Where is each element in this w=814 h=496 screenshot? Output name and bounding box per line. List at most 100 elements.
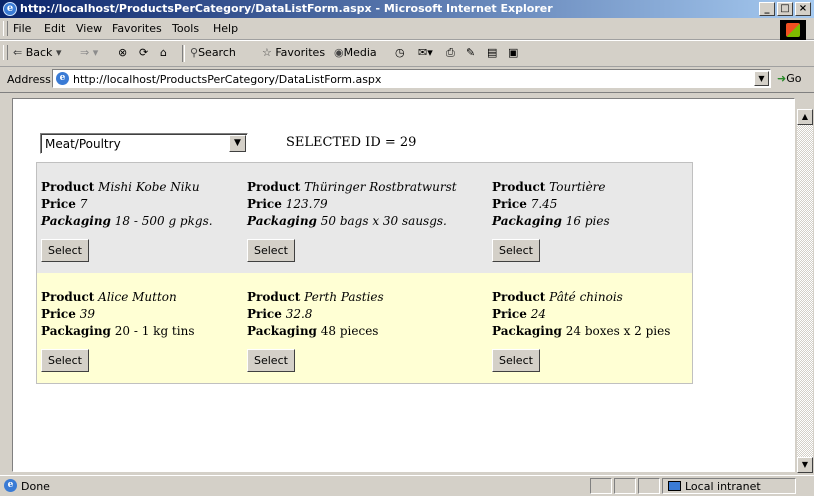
go-button[interactable]: ➜Go <box>777 72 801 85</box>
favorites-button[interactable]: ☆ Favorites <box>262 46 325 59</box>
product-datalist: Product Mishi Kobe Niku Price 7 Packagin… <box>36 162 693 384</box>
product-name: Tourtière <box>549 180 606 194</box>
favorites-label: Favorites <box>275 46 326 59</box>
select-button[interactable]: Select <box>492 349 540 372</box>
address-input[interactable]: e http://localhost/ProductsPerCategory/D… <box>52 69 771 88</box>
price-label: Price <box>41 197 76 211</box>
stop-button[interactable]: ⊗ <box>118 46 127 59</box>
page-icon: e <box>56 72 69 85</box>
select-button[interactable]: Select <box>41 349 89 372</box>
stop-icon: ⊗ <box>118 46 128 59</box>
maximize-button[interactable]: □ <box>777 2 793 16</box>
minimize-button[interactable]: _ <box>759 2 775 16</box>
product-name: Perth Pasties <box>304 290 384 304</box>
discuss-button[interactable]: ▤ <box>487 46 497 59</box>
address-dropdown-button[interactable]: ▼ <box>754 71 769 86</box>
discuss-icon: ▤ <box>487 46 498 59</box>
scroll-up-button[interactable]: ▲ <box>797 109 813 125</box>
intranet-icon <box>668 481 681 491</box>
product-price: 7 <box>79 197 88 211</box>
ie-logo-icon: e <box>3 2 17 16</box>
chevron-down-icon[interactable]: ▼ <box>229 135 246 152</box>
windows-logo-icon <box>786 23 800 37</box>
selected-id-text: SELECTED ID = 29 <box>286 135 417 150</box>
product-name: Pâté chinois <box>549 290 623 304</box>
product-packaging: 48 pieces <box>320 324 379 338</box>
product-packaging: 18 - 500 g pkgs. <box>114 214 213 228</box>
go-arrow-icon: ➜ <box>777 72 787 85</box>
favorites-icon: ☆ <box>262 46 276 59</box>
select-button[interactable]: Select <box>41 239 89 262</box>
status-pane <box>614 478 636 494</box>
security-zone: Local intranet <box>668 480 761 493</box>
menu-tools[interactable]: Tools <box>172 22 199 35</box>
select-button[interactable]: Select <box>247 239 295 262</box>
product-price: 32.8 <box>285 307 313 321</box>
refresh-icon: ⟳ <box>139 46 149 59</box>
back-label: Back <box>25 46 53 59</box>
product-name: Mishi Kobe Niku <box>98 180 200 194</box>
product-card: Product Alice Mutton Price 39 Packaging … <box>41 289 194 379</box>
messenger-button[interactable]: ▣ <box>508 46 518 59</box>
product-label: Product <box>492 290 546 304</box>
window-title: http://localhost/ProductsPerCategory/Dat… <box>20 2 553 15</box>
search-icon: ⚲ <box>190 46 199 59</box>
product-card: Product Thüringer Rostbratwurst Price 12… <box>247 179 457 269</box>
product-packaging: 16 pies <box>565 214 610 228</box>
menu-view[interactable]: View <box>76 22 102 35</box>
history-button[interactable]: ◷ <box>395 46 405 59</box>
product-price: 24 <box>530 307 546 321</box>
edit-button[interactable]: ✎ <box>466 46 475 59</box>
title-bar: e http://localhost/ProductsPerCategory/D… <box>0 0 814 18</box>
window-controls: _ □ × <box>759 2 811 16</box>
menu-grip <box>3 21 8 36</box>
vertical-scrollbar[interactable]: ▲ ▼ <box>797 109 813 473</box>
address-bar: Address e http://localhost/ProductsPerCa… <box>0 66 814 93</box>
toolbar-separator <box>182 45 185 62</box>
history-icon: ◷ <box>395 46 405 59</box>
search-button[interactable]: ⚲Search <box>190 46 236 59</box>
status-pane <box>638 478 660 494</box>
product-card: Product Perth Pasties Price 32.8 Packagi… <box>247 289 384 379</box>
product-packaging: 50 bags x 30 sausgs. <box>320 214 447 228</box>
datalist-row: Product Mishi Kobe Niku Price 7 Packagin… <box>37 163 692 274</box>
select-button[interactable]: Select <box>492 239 540 262</box>
packaging-label: Packaging <box>492 324 562 338</box>
product-label: Product <box>492 180 546 194</box>
menu-help[interactable]: Help <box>213 22 238 35</box>
back-dropdown-icon: ▾ <box>55 46 62 59</box>
product-name: Thüringer Rostbratwurst <box>304 180 457 194</box>
product-price: 39 <box>79 307 95 321</box>
address-url: http://localhost/ProductsPerCategory/Dat… <box>73 73 382 86</box>
product-packaging: 20 - 1 kg tins <box>114 324 195 338</box>
forward-button[interactable]: ⇒ ▾ <box>80 46 98 59</box>
product-label: Product <box>247 180 301 194</box>
refresh-button[interactable]: ⟳ <box>139 46 148 59</box>
product-card: Product Tourtière Price 7.45 Packaging 1… <box>492 179 610 269</box>
standard-toolbar: ⇐ Back ▾ ⇒ ▾ ⊗ ⟳ ⌂ ⚲Search ☆ Favorites ◉… <box>0 40 814 67</box>
mail-button[interactable]: ✉▾ <box>418 46 433 59</box>
menu-edit[interactable]: Edit <box>44 22 65 35</box>
toolbar-grip <box>3 45 8 60</box>
scroll-down-button[interactable]: ▼ <box>797 457 813 473</box>
print-button[interactable]: ⎙ <box>446 46 455 60</box>
menu-favorites[interactable]: Favorites <box>112 22 162 35</box>
select-button[interactable]: Select <box>247 349 295 372</box>
home-icon: ⌂ <box>160 46 167 59</box>
zone-label: Local intranet <box>685 480 761 493</box>
packaging-label: Packaging <box>41 324 111 338</box>
category-select-value: Meat/Poultry <box>45 137 121 151</box>
media-icon: ◉ <box>334 46 344 59</box>
menu-file[interactable]: File <box>13 22 31 35</box>
media-button[interactable]: ◉Media <box>334 46 377 59</box>
close-button[interactable]: × <box>795 2 811 16</box>
print-icon: ⎙ <box>446 46 455 59</box>
mail-icon: ✉▾ <box>418 46 433 59</box>
home-button[interactable]: ⌂ <box>160 46 167 59</box>
product-price: 7.45 <box>530 197 558 211</box>
category-select[interactable]: Meat/Poultry ▼ <box>40 133 248 154</box>
back-button[interactable]: ⇐ Back ▾ <box>13 46 61 59</box>
messenger-icon: ▣ <box>508 46 519 59</box>
status-text: Done <box>21 480 50 493</box>
menu-bar: File Edit View Favorites Tools Help <box>0 18 814 40</box>
